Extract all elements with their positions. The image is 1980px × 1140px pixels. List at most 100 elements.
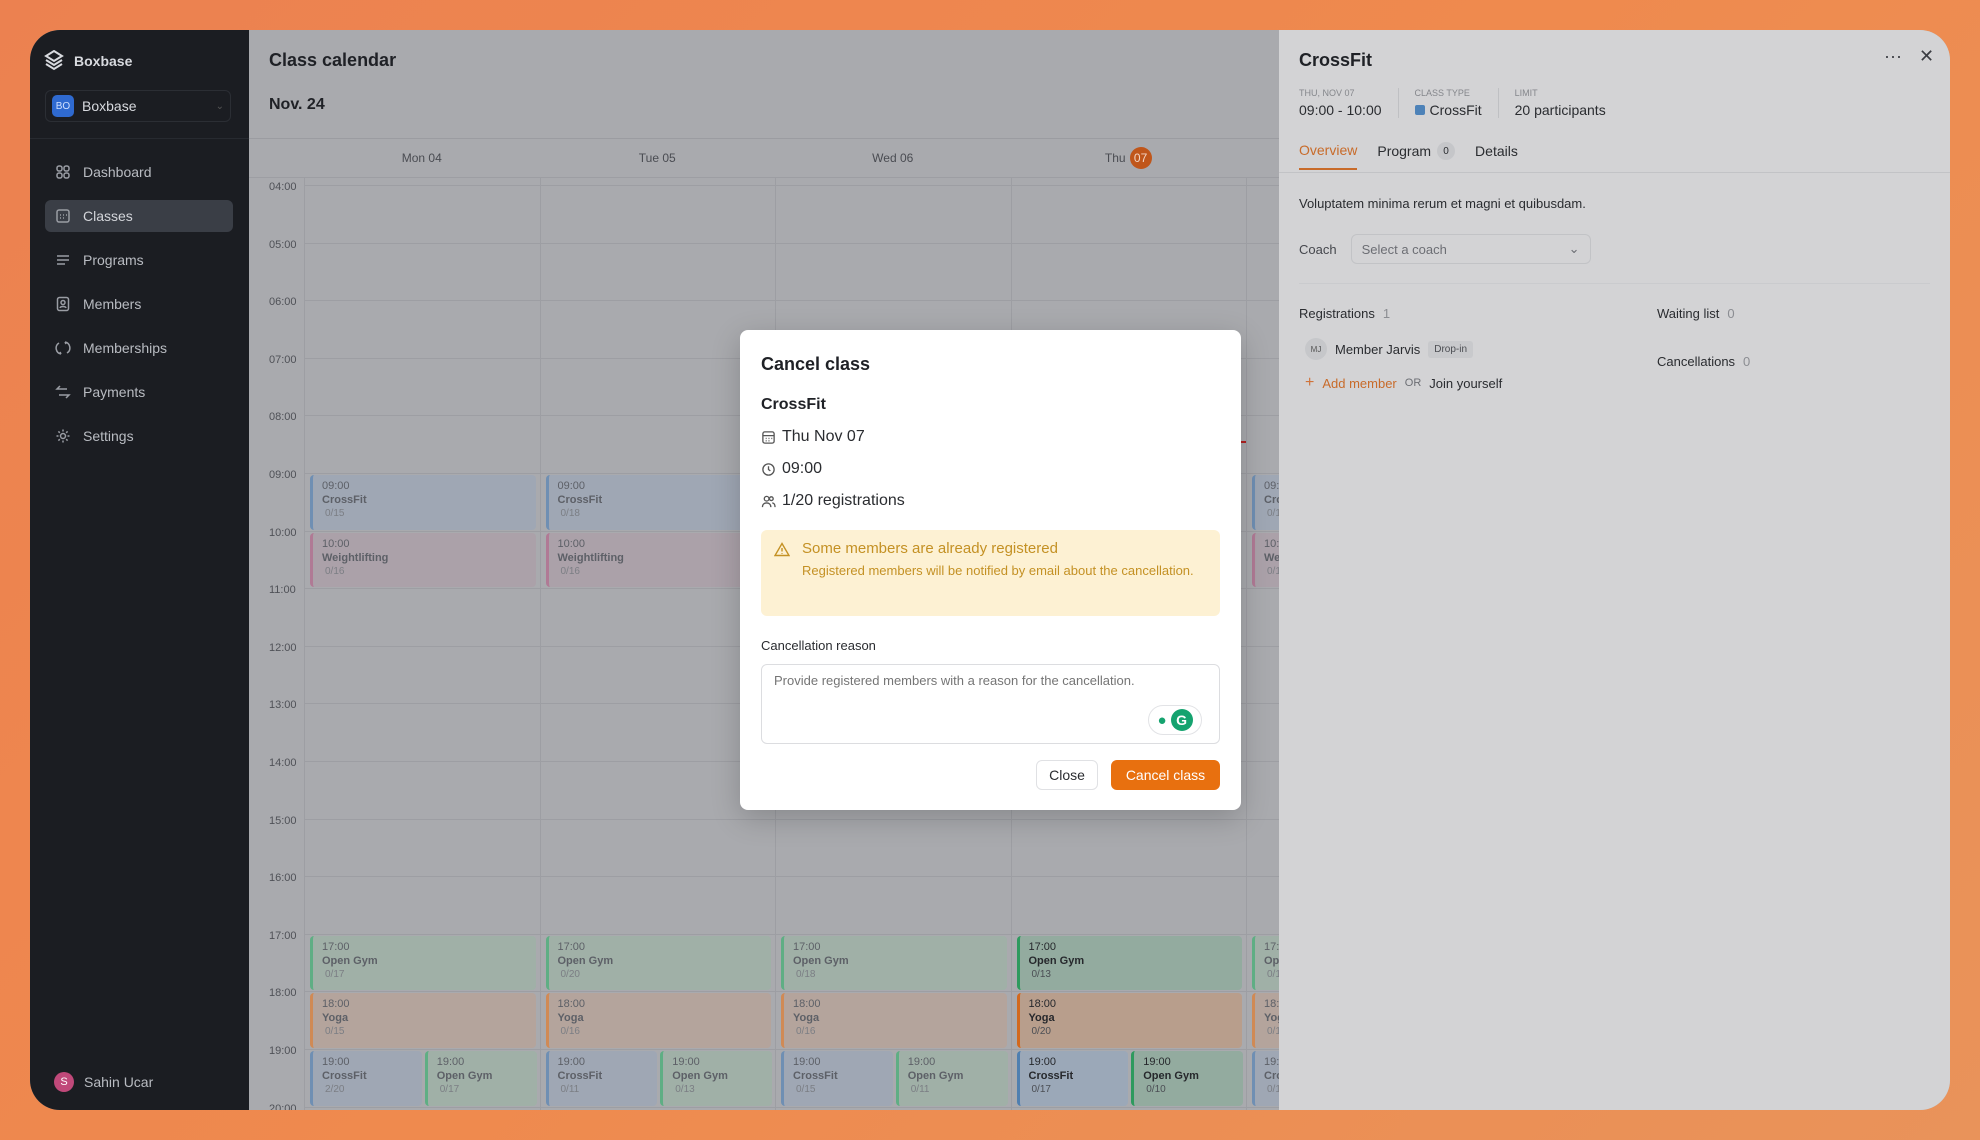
class-event[interactable]: 10:00 Weightlifting 0/16 xyxy=(545,532,771,588)
day-header[interactable]: Tue 05 xyxy=(540,139,776,177)
event-time: 18:00 xyxy=(1028,998,1057,1011)
coach-select[interactable]: Select a coach ⌄ xyxy=(1350,234,1591,264)
class-event[interactable]: 17:00 Open Gym 0/17 xyxy=(310,935,536,991)
cancel-class-button[interactable]: Cancel class xyxy=(1111,760,1220,790)
day-header[interactable] xyxy=(1246,139,1279,177)
org-switcher[interactable]: BO Boxbase ⌄ xyxy=(45,90,231,122)
class-event[interactable]: 19:00 CrossFit 0/11 xyxy=(545,1051,658,1106)
hour-line xyxy=(304,1049,1279,1050)
day-header[interactable]: Mon 04 xyxy=(304,139,540,177)
add-member-row: + Add member OR Join yourself xyxy=(1305,374,1502,392)
close-icon[interactable]: ✕ xyxy=(1919,46,1934,67)
class-event[interactable]: 19:00 Open Gym 0/10 xyxy=(1131,1051,1243,1106)
sidebar-item-members[interactable]: Members xyxy=(45,288,233,320)
event-capacity: 0/15 xyxy=(325,508,345,519)
class-event[interactable]: 19:00 CrossFit 0/17 xyxy=(1016,1051,1129,1106)
event-time: 10:00 xyxy=(1264,537,1279,550)
class-event[interactable]: 19:00 Open Gym 0/17 xyxy=(424,1051,537,1106)
grammarly-widget[interactable]: ● G xyxy=(1148,705,1202,735)
event-name: Yoga xyxy=(1028,1012,1055,1025)
registration-item[interactable]: MJ Member Jarvis Drop-in xyxy=(1305,338,1474,360)
class-event[interactable]: 19:00 CrossFit 2/20 xyxy=(310,1051,422,1106)
class-event[interactable]: 10:00Wei0/1 xyxy=(1252,532,1279,588)
class-event[interactable]: 17:00Ope0/1 xyxy=(1252,935,1279,991)
event-capacity: 0/18 xyxy=(560,508,580,519)
tab-overview[interactable]: Overview xyxy=(1299,142,1358,170)
event-capacity: 0/15 xyxy=(796,1084,816,1095)
event-capacity: 0/16 xyxy=(325,565,345,577)
time-text: 09:00 xyxy=(782,460,823,477)
cancellation-reason-input[interactable] xyxy=(761,664,1220,744)
class-event[interactable]: 18:00 Yoga 0/20 xyxy=(1016,993,1242,1048)
sidebar-item-classes[interactable]: Classes xyxy=(45,200,233,232)
org-avatar: BO xyxy=(52,95,74,117)
event-capacity: 0/17 xyxy=(1031,1084,1051,1095)
class-event[interactable]: 09:00 CrossFit 0/15 xyxy=(310,475,536,530)
class-event[interactable]: 17:00 Open Gym 0/13 xyxy=(1016,935,1242,991)
class-event[interactable]: 09:00 CrossFit 0/18 xyxy=(545,475,771,530)
event-capacity: 0/1 xyxy=(1267,565,1279,577)
event-capacity: 0/1 xyxy=(1267,968,1279,980)
plus-icon: + xyxy=(1305,374,1315,391)
day-header[interactable]: Wed 06 xyxy=(775,139,1011,177)
tab-details[interactable]: Details xyxy=(1475,142,1518,170)
event-name: Open Gym xyxy=(907,1070,964,1082)
sidebar-item-memberships[interactable]: Memberships xyxy=(45,332,233,364)
sidebar-item-programs[interactable]: Programs xyxy=(45,244,233,276)
class-event[interactable]: 18:00 Yoga 0/16 xyxy=(781,993,1007,1048)
event-name: CrossFit xyxy=(793,1070,838,1082)
sidebar-item-settings[interactable]: Settings xyxy=(45,420,233,452)
close-button[interactable]: Close xyxy=(1036,760,1098,790)
event-capacity: 0/1 xyxy=(1267,1084,1279,1095)
coach-label: Coach xyxy=(1299,241,1337,257)
class-event[interactable]: 19:00 Open Gym 0/13 xyxy=(660,1051,772,1106)
sidebar-item-dashboard[interactable]: Dashboard xyxy=(45,156,233,188)
class-event[interactable]: 18:00 Yoga 0/15 xyxy=(310,993,536,1048)
column-divider xyxy=(539,177,541,1110)
sidebar-item-payments[interactable]: Payments xyxy=(45,376,233,408)
class-event[interactable]: 10:00 Weightlifting 0/16 xyxy=(310,532,536,588)
section-label: Waiting list xyxy=(1657,306,1720,321)
registrations-text: 1/20 registrations xyxy=(782,492,905,509)
day-header[interactable]: Thu 07 xyxy=(1011,139,1247,177)
section-label: Registrations xyxy=(1299,306,1375,321)
hour-label: 12:00 xyxy=(269,641,297,654)
hour-label: 08:00 xyxy=(269,411,297,424)
event-time: 19:00 xyxy=(436,1056,465,1068)
class-event[interactable]: 17:00 Open Gym 0/18 xyxy=(781,935,1007,991)
class-event[interactable]: 19:00 Cro 0/1 xyxy=(1252,1051,1279,1106)
sidebar-nav: Dashboard Classes Programs Members Membershi… xyxy=(45,156,233,464)
count-badge: 0 xyxy=(1437,142,1456,160)
event-name: CrossFit xyxy=(322,494,367,506)
brand-name: Boxbase xyxy=(74,53,133,69)
hour-label: 17:00 xyxy=(269,929,297,942)
event-capacity: 0/15 xyxy=(325,1026,345,1038)
tab-program[interactable]: Program 0 xyxy=(1377,142,1456,170)
hour-label: 09:00 xyxy=(269,469,297,481)
membership-tag: Drop-in xyxy=(1428,340,1474,358)
class-description: Voluptatem minima rerum et magni et quib… xyxy=(1299,196,1586,211)
class-event[interactable]: 17:00 Open Gym 0/20 xyxy=(545,935,771,991)
class-event[interactable]: 09:00 Cro 0/1 xyxy=(1252,475,1279,530)
event-name: Open Gym xyxy=(793,954,849,967)
meta-class-type: CLASS TYPE CrossFit xyxy=(1397,88,1498,118)
event-capacity: 0/13 xyxy=(1031,968,1051,980)
class-event[interactable]: 18:00 Yoga 0/16 xyxy=(545,993,771,1048)
event-name: Weightlifting xyxy=(322,551,389,564)
user-menu[interactable]: S Sahin Ucar xyxy=(54,1072,153,1092)
panel-tabs: Overview Program 0 Details xyxy=(1299,142,1518,170)
class-event[interactable]: 19:00 CrossFit 0/15 xyxy=(781,1051,893,1106)
hour-line xyxy=(304,933,1279,935)
hour-label: 18:00 xyxy=(269,987,297,1000)
class-event[interactable]: 19:00 Open Gym 0/11 xyxy=(895,1051,1008,1106)
user-badge-icon xyxy=(56,296,70,312)
warning-alert: Some members are already registered Regi… xyxy=(761,530,1220,616)
more-options-button[interactable]: ··· xyxy=(1884,46,1902,67)
cancel-class-dialog: Cancel class CrossFit Thu Nov 07 09:00 1… xyxy=(740,330,1241,810)
event-time: 18:00 xyxy=(793,998,821,1011)
add-member-button[interactable]: Add member xyxy=(1322,376,1396,391)
current-month[interactable]: Nov. 24 xyxy=(269,96,325,114)
gear-icon xyxy=(56,429,70,443)
join-yourself-button[interactable]: Join yourself xyxy=(1429,376,1502,391)
class-event[interactable]: 18:00Yog0/1 xyxy=(1252,993,1279,1048)
